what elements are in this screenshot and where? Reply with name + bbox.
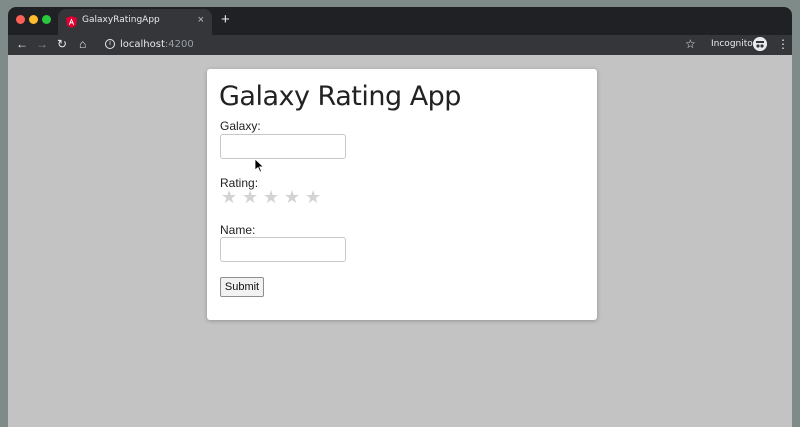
url-port: :4200 bbox=[164, 39, 194, 50]
home-icon[interactable]: ⌂ bbox=[79, 37, 86, 51]
submit-button[interactable]: Submit bbox=[220, 277, 264, 297]
page-title: Galaxy Rating App bbox=[219, 81, 461, 112]
mouse-cursor-icon bbox=[255, 159, 265, 173]
back-arrow-icon[interactable]: ← bbox=[16, 37, 28, 51]
bookmark-star-icon[interactable]: ☆ bbox=[685, 37, 696, 51]
star-rating[interactable]: ★ ★ ★ ★ ★ bbox=[221, 187, 326, 207]
address-bar[interactable]: localhost:4200 bbox=[120, 39, 194, 50]
galaxy-label: Galaxy: bbox=[220, 119, 261, 133]
browser-menu-icon[interactable]: ⋮ bbox=[777, 37, 789, 51]
tab-strip: GalaxyRatingApp × + bbox=[8, 7, 792, 35]
url-host: localhost bbox=[120, 39, 165, 50]
rating-form-card: Galaxy Rating App Galaxy: Rating: ★ ★ ★ ★ ★ … bbox=[207, 69, 597, 320]
name-input[interactable] bbox=[220, 237, 346, 262]
browser-window: GalaxyRatingApp × + ← → ↻ ⌂ i localhost:… bbox=[8, 7, 792, 427]
rating-star-1[interactable]: ★ bbox=[221, 187, 242, 207]
browser-toolbar: ← → ↻ ⌂ i localhost:4200 ☆ Incognito ⋮ bbox=[8, 35, 792, 55]
close-window-button[interactable] bbox=[16, 15, 25, 24]
incognito-icon[interactable] bbox=[753, 37, 767, 51]
reload-icon[interactable]: ↻ bbox=[57, 37, 67, 51]
name-label: Name: bbox=[220, 223, 256, 237]
site-info-icon[interactable]: i bbox=[105, 39, 115, 49]
tab-close-icon[interactable]: × bbox=[198, 14, 204, 26]
forward-arrow-icon[interactable]: → bbox=[36, 37, 48, 51]
angular-icon bbox=[66, 16, 77, 28]
tab-title: GalaxyRatingApp bbox=[82, 15, 160, 25]
rating-star-2[interactable]: ★ bbox=[242, 187, 263, 207]
page-viewport: Galaxy Rating App Galaxy: Rating: ★ ★ ★ ★ ★ … bbox=[8, 55, 792, 427]
browser-tab[interactable]: GalaxyRatingApp × bbox=[58, 9, 212, 35]
rating-star-3[interactable]: ★ bbox=[263, 187, 284, 207]
rating-star-4[interactable]: ★ bbox=[284, 187, 305, 207]
galaxy-input[interactable] bbox=[220, 134, 346, 159]
rating-star-5[interactable]: ★ bbox=[305, 187, 326, 207]
incognito-label: Incognito bbox=[711, 39, 753, 49]
maximize-window-button[interactable] bbox=[42, 15, 51, 24]
minimize-window-button[interactable] bbox=[29, 15, 38, 24]
new-tab-icon[interactable]: + bbox=[221, 11, 230, 28]
